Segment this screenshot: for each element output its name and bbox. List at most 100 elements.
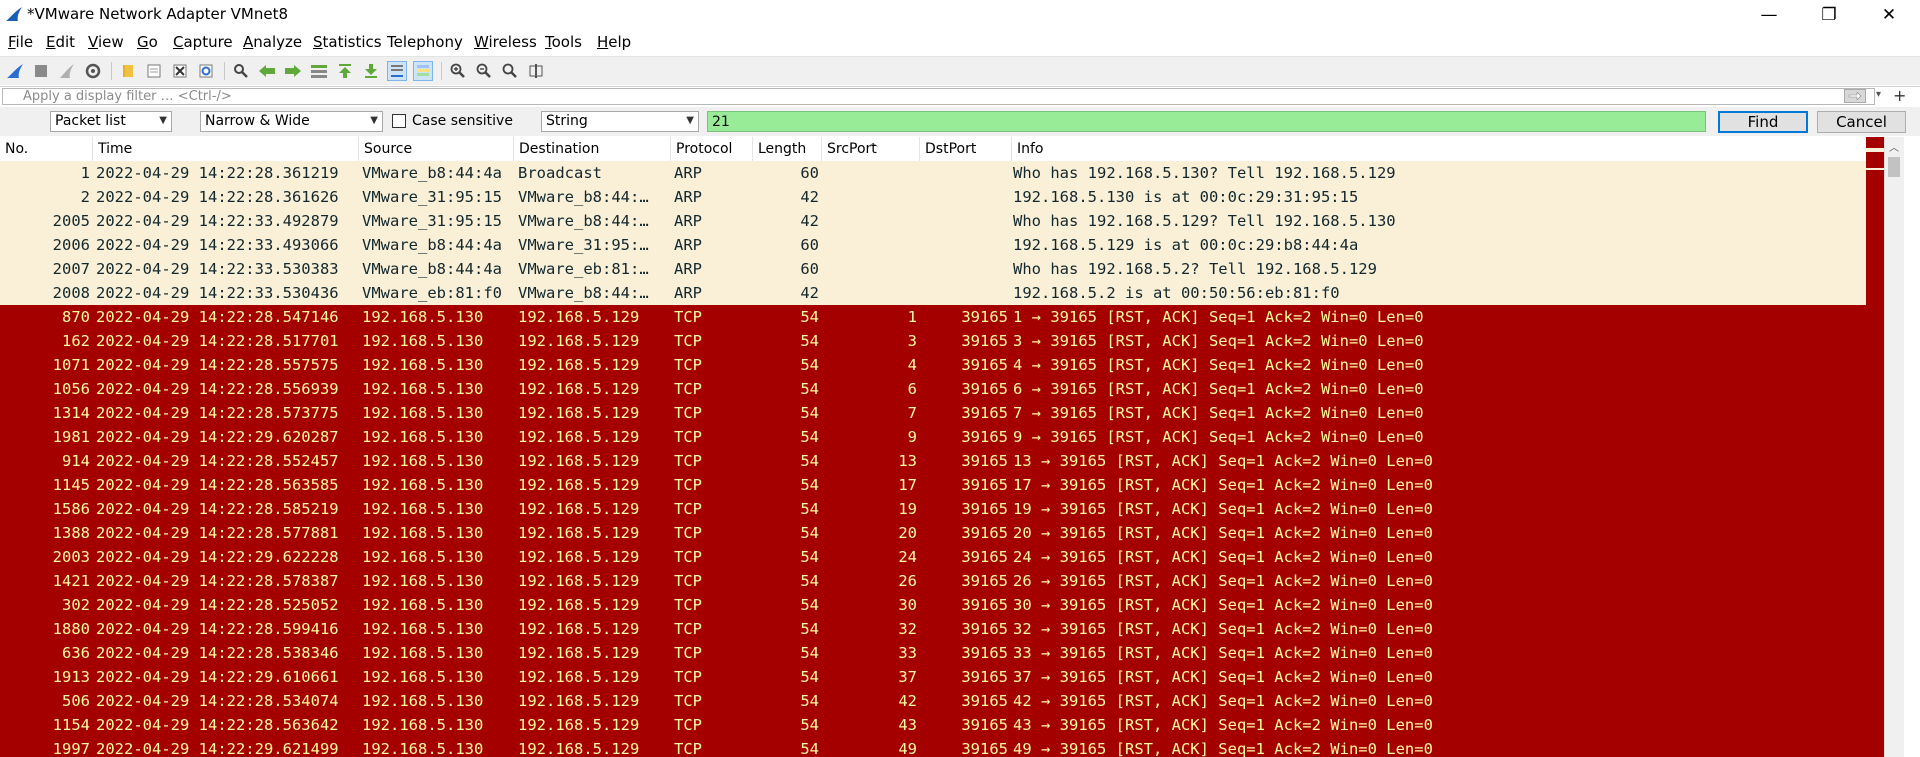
scrollbar-thumb[interactable] — [1888, 157, 1900, 177]
find-value-input[interactable] — [707, 111, 1706, 132]
colorize-icon[interactable] — [413, 61, 433, 81]
table-row[interactable]: 1314 2022-04-29 14:22:28.573775 192.168.5.… — [0, 401, 1866, 425]
table-row[interactable]: 506 2022-04-29 14:22:28.534074 192.168.5.1… — [0, 689, 1866, 713]
menu-statistics-key: S — [313, 33, 323, 51]
case-sensitive-label: Case sensitive — [412, 113, 513, 129]
apply-filter-arrow-icon[interactable] — [1844, 89, 1866, 103]
table-row[interactable]: 2003 2022-04-29 14:22:29.622228 192.168.5.… — [0, 545, 1866, 569]
column-header-destination[interactable]: Destination — [514, 137, 671, 161]
table-row[interactable]: 2005 2022-04-29 14:22:33.492879 VMware_31:… — [0, 209, 1866, 233]
add-filter-button[interactable]: + — [1893, 86, 1906, 105]
close-file-icon[interactable] — [170, 61, 190, 81]
find-button[interactable]: Find — [1718, 111, 1808, 133]
vertical-scrollbar[interactable]: ︿ — [1884, 137, 1904, 757]
table-row[interactable]: 1586 2022-04-29 14:22:28.585219 192.168.5.… — [0, 497, 1866, 521]
table-row[interactable]: 1421 2022-04-29 14:22:28.578387 192.168.5.… — [0, 569, 1866, 593]
minimize-button[interactable]: — — [1746, 0, 1792, 29]
column-header-info[interactable]: Info — [1012, 137, 1866, 161]
normal-size-icon[interactable] — [500, 61, 520, 81]
filter-dropdown-chevron-icon[interactable]: ▾ — [1876, 89, 1881, 100]
table-row[interactable]: 1981 2022-04-29 14:22:29.620287 192.168.5.… — [0, 425, 1866, 449]
menu-capture[interactable]: Capture — [173, 33, 233, 51]
menu-statistics[interactable]: Statistics — [313, 33, 382, 51]
menu-edit[interactable]: Edit — [46, 33, 75, 51]
auto-scroll-icon[interactable] — [387, 61, 407, 81]
table-row[interactable]: 1 2022-04-29 14:22:28.361219 VMware_b8:44:… — [0, 161, 1866, 185]
table-row[interactable]: 162 2022-04-29 14:22:28.517701 192.168.5.1… — [0, 329, 1866, 353]
cell-destination: 192.168.5.129 — [518, 644, 640, 662]
table-row[interactable]: 2006 2022-04-29 14:22:33.493066 VMware_b8:… — [0, 233, 1866, 257]
case-sensitive-checkbox[interactable] — [392, 114, 406, 128]
table-row[interactable]: 2 2022-04-29 14:22:28.361626 VMware_31:95:… — [0, 185, 1866, 209]
cell-info: 33 → 39165 [RST, ACK] Seq=1 Ack=2 Win=0 … — [1013, 644, 1433, 662]
cell-destination: 192.168.5.129 — [518, 404, 640, 422]
go-back-icon[interactable] — [257, 61, 277, 81]
cell-destination: VMware_31:95:… — [518, 236, 649, 254]
cell-time: 2022-04-29 14:22:28.585219 — [96, 500, 339, 518]
table-row[interactable]: 636 2022-04-29 14:22:28.538346 192.168.5.1… — [0, 641, 1866, 665]
table-row[interactable]: 1997 2022-04-29 14:22:29.621499 192.168.5.… — [0, 737, 1866, 757]
table-row[interactable]: 1154 2022-04-29 14:22:28.563642 192.168.5.… — [0, 713, 1866, 737]
last-packet-icon[interactable] — [361, 61, 381, 81]
column-header-no[interactable]: No. — [0, 137, 93, 161]
restore-button[interactable]: ❐ — [1806, 0, 1852, 29]
table-row[interactable]: 1913 2022-04-29 14:22:29.610661 192.168.5.… — [0, 665, 1866, 689]
char-width-select[interactable]: Narrow & Wide ▼ — [200, 111, 383, 132]
table-row[interactable]: 2007 2022-04-29 14:22:33.530383 VMware_b8:… — [0, 257, 1866, 281]
table-row[interactable]: 1388 2022-04-29 14:22:28.577881 192.168.5.… — [0, 521, 1866, 545]
cell-info: 6 → 39165 [RST, ACK] Seq=1 Ack=2 Win=0 L… — [1013, 380, 1424, 398]
menu-analyze-key: A — [243, 33, 254, 51]
cell-srcport: 49 — [898, 740, 917, 757]
cell-no: 2003 — [52, 548, 90, 566]
table-row[interactable]: 1880 2022-04-29 14:22:28.599416 192.168.5.… — [0, 617, 1866, 641]
scroll-up-icon[interactable]: ︿ — [1889, 139, 1899, 154]
menu-file-rest: ile — [15, 33, 34, 51]
stop-capture-icon[interactable] — [31, 61, 51, 81]
search-in-select[interactable]: Packet list ▼ — [50, 111, 172, 132]
menu-help[interactable]: Help — [597, 33, 631, 51]
go-forward-icon[interactable] — [283, 61, 303, 81]
table-row[interactable]: 1071 2022-04-29 14:22:28.557575 192.168.5.… — [0, 353, 1866, 377]
cell-info: 49 → 39165 [RST, ACK] Seq=1 Ack=2 Win=0 … — [1013, 740, 1433, 757]
cell-time: 2022-04-29 14:22:33.530436 — [96, 284, 339, 302]
table-row[interactable]: 870 2022-04-29 14:22:28.547146 192.168.5.1… — [0, 305, 1866, 329]
capture-options-icon[interactable] — [83, 61, 103, 81]
resize-columns-icon[interactable] — [526, 61, 546, 81]
menu-file[interactable]: File — [8, 33, 33, 51]
menu-tools[interactable]: Tools — [545, 33, 582, 51]
menu-analyze[interactable]: Analyze — [243, 33, 302, 51]
column-header-time[interactable]: Time — [93, 137, 359, 161]
cell-protocol: TCP — [674, 548, 702, 566]
menu-view[interactable]: View — [88, 33, 124, 51]
display-filter-input[interactable] — [2, 88, 1875, 105]
table-row[interactable]: 2008 2022-04-29 14:22:33.530436 VMware_eb:… — [0, 281, 1866, 305]
column-header-dstport[interactable]: DstPort — [920, 137, 1012, 161]
column-header-length[interactable]: Length — [753, 137, 822, 161]
column-header-protocol[interactable]: Protocol — [671, 137, 753, 161]
zoom-out-icon[interactable] — [474, 61, 494, 81]
table-row[interactable]: 1145 2022-04-29 14:22:28.563585 192.168.5.… — [0, 473, 1866, 497]
open-file-icon[interactable] — [118, 61, 138, 81]
find-packet-icon[interactable] — [231, 61, 251, 81]
close-button[interactable]: ✕ — [1866, 0, 1912, 29]
cell-destination: 192.168.5.129 — [518, 620, 640, 638]
first-packet-icon[interactable] — [335, 61, 355, 81]
search-type-select[interactable]: String ▼ — [541, 111, 699, 132]
table-row[interactable]: 914 2022-04-29 14:22:28.552457 192.168.5.1… — [0, 449, 1866, 473]
cell-info: 9 → 39165 [RST, ACK] Seq=1 Ack=2 Win=0 L… — [1013, 428, 1424, 446]
save-file-icon[interactable] — [144, 61, 164, 81]
zoom-in-icon[interactable] — [448, 61, 468, 81]
table-row[interactable]: 1056 2022-04-29 14:22:28.556939 192.168.5.… — [0, 377, 1866, 401]
menu-statistics-rest: tatistics — [322, 33, 382, 51]
column-header-source[interactable]: Source — [359, 137, 514, 161]
cell-protocol: TCP — [674, 404, 702, 422]
restart-capture-icon[interactable] — [57, 61, 77, 81]
start-capture-icon[interactable] — [5, 61, 25, 81]
menu-wireless[interactable]: Wireless — [474, 33, 537, 51]
menu-go[interactable]: Go — [137, 33, 158, 51]
cancel-button[interactable]: Cancel — [1817, 111, 1906, 133]
reload-file-icon[interactable] — [196, 61, 216, 81]
go-to-packet-icon[interactable] — [309, 61, 329, 81]
table-row[interactable]: 302 2022-04-29 14:22:28.525052 192.168.5.1… — [0, 593, 1866, 617]
menu-telephony[interactable]: Telephony — [387, 33, 463, 51]
